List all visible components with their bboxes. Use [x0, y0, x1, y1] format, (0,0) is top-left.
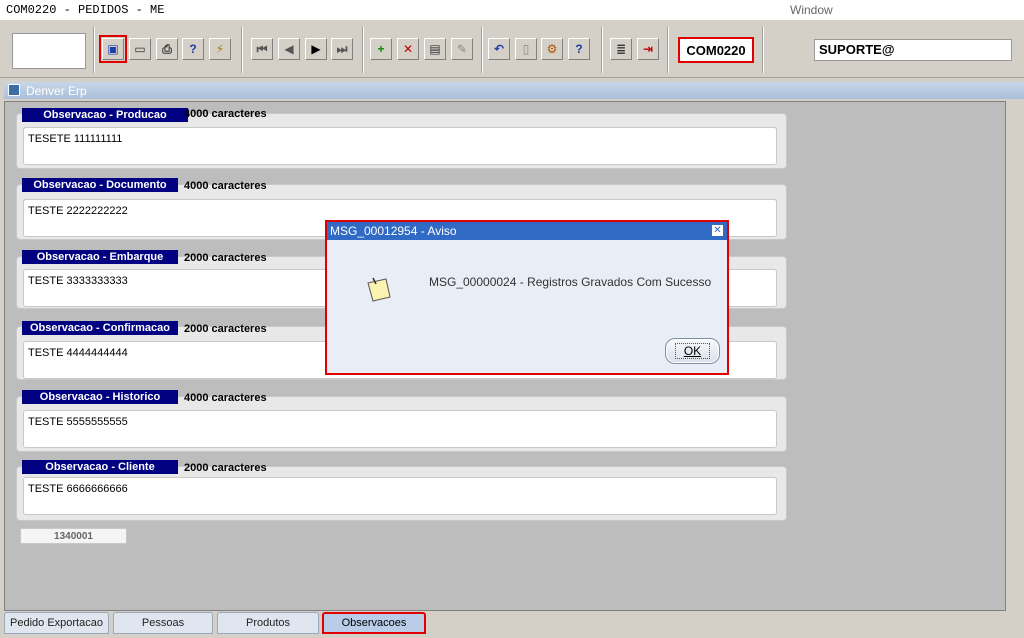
delete-record-button[interactable]: ✕	[397, 38, 419, 60]
toolbar-separator	[362, 27, 364, 73]
first-record-icon: ⏮	[256, 42, 268, 56]
obs-count-embarque: 2000 caracteres	[184, 252, 267, 264]
edit-button[interactable]: ✎	[451, 38, 473, 60]
lov-button[interactable]: ▤	[424, 38, 446, 60]
execute-query-button[interactable]: ⚡	[209, 38, 231, 60]
obs-count-producao: 4000 caracteres	[184, 108, 267, 120]
obs-label-cliente: Observacao - Cliente	[22, 460, 178, 474]
last-record-button[interactable]: ⏭	[331, 38, 353, 60]
insert-record-button[interactable]: +	[370, 38, 392, 60]
toolbar-separator	[667, 27, 669, 73]
save-button[interactable]: ▣	[99, 35, 127, 63]
clipboard-button[interactable]: ▯	[515, 38, 537, 60]
delete-record-icon: ✕	[402, 42, 414, 56]
obs-label-producao: Observacao - Producao	[22, 108, 188, 122]
print-icon: ⎙	[162, 42, 172, 56]
settings-button[interactable]: ⚙	[541, 38, 563, 60]
close-icon[interactable]: ✕	[711, 224, 724, 237]
last-record-icon: ⏭	[336, 42, 348, 56]
query-icon: ?	[189, 42, 197, 56]
obs-label-documento: Observacao - Documento	[22, 178, 178, 192]
print-button[interactable]: ⎙	[156, 38, 178, 60]
workspace-title-bar: Denver Erp	[4, 82, 1024, 99]
obs-text-producao[interactable]: TESETE 111111111	[23, 127, 777, 165]
toolbar-separator	[241, 27, 243, 73]
tab-pedido-exportacao[interactable]: Pedido Exportacao	[4, 612, 109, 634]
user-field: SUPORTE@	[814, 39, 1012, 61]
next-record-button[interactable]: ▶	[305, 38, 327, 60]
menu-button[interactable]: ≣	[610, 38, 632, 60]
obs-text-historico[interactable]: TESTE 5555555555	[23, 410, 777, 448]
lov-icon: ▤	[429, 42, 441, 56]
undo-button[interactable]: ↶	[488, 38, 510, 60]
message-dialog: MSG_00012954 - Aviso ✕ MSG_00000024 - Re…	[325, 220, 729, 375]
exit-icon: ⇥	[642, 42, 654, 56]
toolbar-separator	[481, 27, 483, 73]
obs-text-cliente[interactable]: TESTE 6666666666	[23, 477, 777, 515]
first-record-button[interactable]: ⏮	[251, 38, 273, 60]
app-icon	[8, 84, 20, 96]
undo-icon: ↶	[493, 42, 505, 56]
dialog-message: MSG_00000024 - Registros Gravados Com Su…	[429, 275, 712, 289]
logo-area	[12, 33, 86, 69]
tab-bar: Pedido Exportacao Pessoas Produtos Obser…	[0, 612, 1024, 638]
obs-count-historico: 4000 caracteres	[184, 392, 267, 404]
query-button[interactable]: ?	[182, 38, 204, 60]
toolbar: ▣ ▭ ⎙ ? ⚡ ⏮ ◀ ▶ ⏭ + ✕ ▤ ✎ ↶ ▯ ⚙ ? ≣ ⇥ CO…	[0, 20, 1024, 78]
menu-icon: ≣	[615, 42, 627, 56]
previous-record-button[interactable]: ◀	[278, 38, 300, 60]
settings-icon: ⚙	[546, 42, 558, 56]
window-title: COM0220 - PEDIDOS - ME	[6, 3, 165, 17]
program-code-field: COM0220	[678, 37, 754, 63]
obs-count-confirmacao: 2000 caracteres	[184, 323, 267, 335]
obs-label-historico: Observacao - Historico	[22, 390, 178, 404]
edit-icon: ✎	[456, 42, 468, 56]
note-icon	[367, 277, 391, 302]
save-icon: ▣	[107, 42, 119, 56]
dialog-title: MSG_00012954 - Aviso	[327, 222, 727, 240]
next-record-icon: ▶	[311, 42, 321, 56]
tab-pessoas[interactable]: Pessoas	[113, 612, 213, 634]
previous-record-icon: ◀	[284, 42, 294, 56]
menu-window[interactable]: Window	[790, 3, 833, 17]
screen-icon: ▭	[134, 42, 146, 56]
obs-count-cliente: 2000 caracteres	[184, 462, 267, 474]
obs-label-embarque: Observacao - Embarque	[22, 250, 178, 264]
menu-bar: COM0220 - PEDIDOS - ME Window	[0, 0, 1024, 20]
obs-label-confirmacao: Observacao - Confirmacao	[22, 321, 178, 335]
screen-button[interactable]: ▭	[129, 38, 151, 60]
workspace-title: Denver Erp	[26, 84, 87, 98]
tab-produtos[interactable]: Produtos	[217, 612, 319, 634]
record-number-field: 1340001	[20, 528, 127, 544]
toolbar-separator	[762, 27, 764, 73]
obs-count-documento: 4000 caracteres	[184, 180, 267, 192]
insert-record-icon: +	[377, 42, 385, 56]
exit-button[interactable]: ⇥	[637, 38, 659, 60]
help-icon: ?	[575, 42, 583, 56]
ok-button-label: OK	[674, 343, 711, 359]
execute-query-icon: ⚡	[215, 42, 225, 56]
toolbar-separator	[601, 27, 603, 73]
help-button[interactable]: ?	[568, 38, 590, 60]
clipboard-icon: ▯	[522, 42, 530, 56]
toolbar-separator	[93, 27, 95, 73]
ok-button[interactable]: OK	[665, 338, 720, 364]
tab-observacoes[interactable]: Observacoes	[322, 612, 426, 634]
